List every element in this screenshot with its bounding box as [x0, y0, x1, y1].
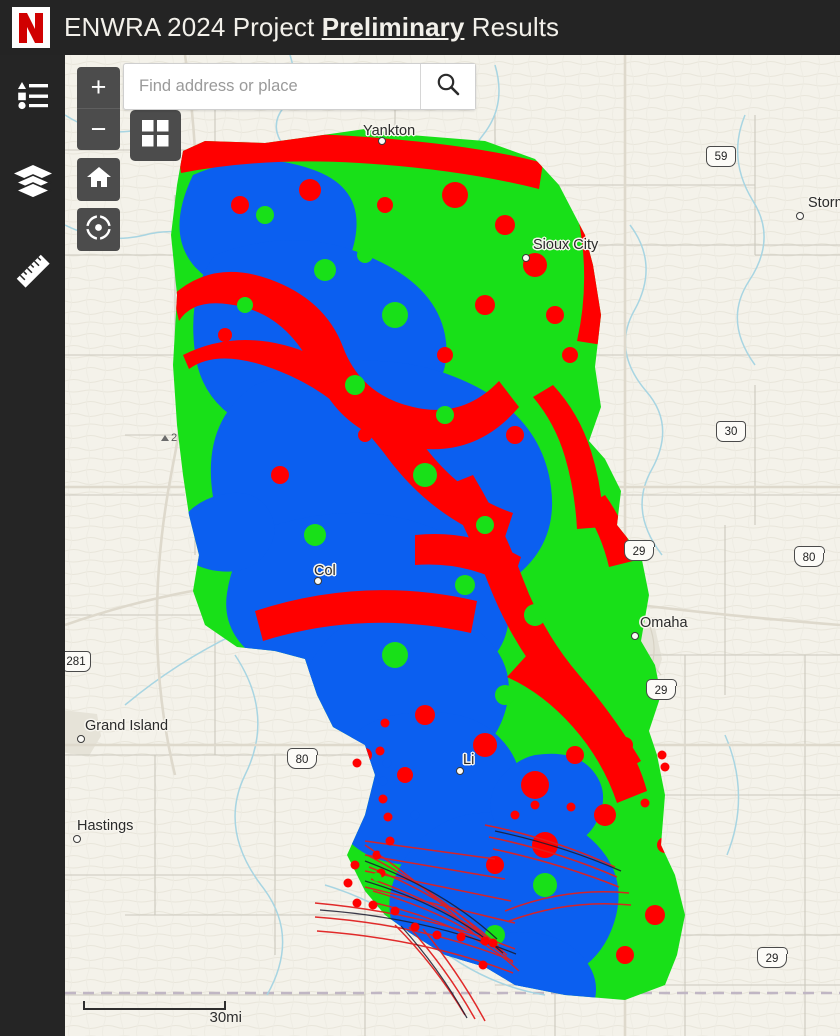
application-window: ENWRA 2024 Project Preliminary Results Y…	[0, 0, 840, 1036]
basemap-gallery-icon	[142, 119, 169, 152]
sidebar-item-measure[interactable]	[0, 238, 65, 304]
results-raster-layer	[171, 129, 685, 1022]
home-icon	[86, 165, 112, 194]
page-title: ENWRA 2024 Project Preliminary Results	[64, 12, 559, 43]
sidebar-item-layers[interactable]	[0, 150, 65, 212]
search-input[interactable]	[124, 64, 420, 109]
search-button[interactable]	[420, 64, 475, 109]
app-header: ENWRA 2024 Project Preliminary Results	[0, 0, 840, 55]
scale-bar: 30mi	[83, 1001, 242, 1026]
basemap-gallery-button[interactable]	[130, 110, 181, 161]
title-emphasis: Preliminary	[321, 12, 465, 42]
layers-icon	[13, 164, 53, 198]
locate-icon	[83, 211, 114, 246]
zoom-controls: + −	[77, 67, 120, 150]
search-icon	[436, 72, 460, 101]
nebraska-n-logo	[12, 7, 50, 48]
zoom-in-button[interactable]: +	[77, 67, 120, 109]
scale-bar-label: 30mi	[209, 1009, 242, 1026]
legend-icon	[16, 80, 50, 110]
search-widget	[123, 63, 476, 110]
home-button[interactable]	[77, 158, 120, 201]
locate-button[interactable]	[77, 208, 120, 251]
sidebar-item-legend[interactable]	[0, 66, 65, 124]
title-suffix: Results	[464, 12, 560, 42]
title-prefix: ENWRA 2024 Project	[64, 12, 322, 42]
left-toolbar	[0, 55, 65, 1036]
zoom-out-button[interactable]: −	[77, 109, 120, 150]
scale-bar-line	[83, 1001, 226, 1010]
map-canvas[interactable]: YanktonSioux CityStormOmahaColLiGrand Is…	[65, 55, 840, 1036]
ruler-icon	[14, 252, 52, 290]
